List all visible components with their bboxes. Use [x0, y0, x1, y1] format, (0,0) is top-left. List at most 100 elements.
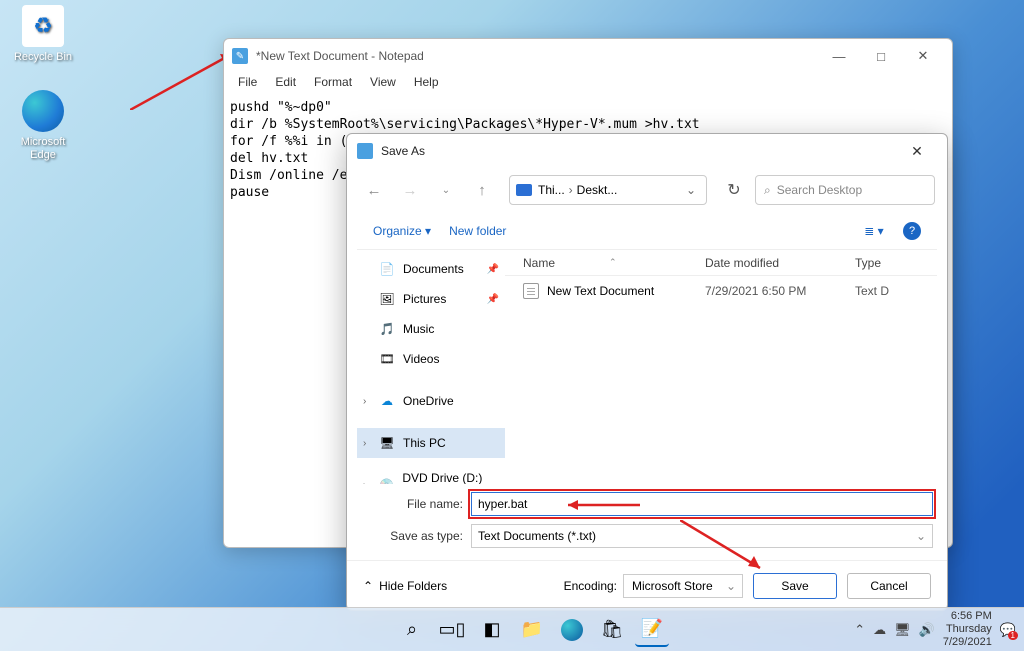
- taskbar-clock[interactable]: 6:56 PM Thursday 7/29/2021: [943, 610, 992, 649]
- sidebar-item-pictures[interactable]: 🖼Pictures📌: [357, 284, 505, 314]
- notepad-titlebar[interactable]: ✎ *New Text Document - Notepad — □ ✕: [224, 39, 952, 73]
- list-header: Name⌃ Date modified Type: [505, 250, 937, 276]
- dialog-icon: [357, 143, 373, 159]
- sidebar-item-thispc[interactable]: ›🖥This PC: [357, 428, 505, 458]
- notepad-title: *New Text Document - Notepad: [256, 49, 818, 63]
- forward-button[interactable]: →: [395, 175, 425, 205]
- expand-icon[interactable]: ›: [363, 480, 366, 485]
- save-button[interactable]: Save: [753, 573, 837, 599]
- file-name: New Text Document: [547, 284, 654, 298]
- maximize-button[interactable]: □: [860, 42, 902, 70]
- sidebar-item-onedrive[interactable]: ›☁OneDrive: [357, 386, 505, 416]
- recent-button[interactable]: ⌄: [431, 175, 461, 205]
- chevron-down-icon[interactable]: ⌄: [682, 183, 700, 197]
- taskbar-center: ⌕ ▭▯ ◧ 📁 🛍 📝: [355, 613, 669, 647]
- volume-tray-icon[interactable]: 🔊: [919, 622, 935, 638]
- menu-file[interactable]: File: [230, 73, 265, 95]
- minimize-button[interactable]: —: [818, 42, 860, 70]
- filename-input[interactable]: [471, 492, 933, 516]
- hide-folders-button[interactable]: ⌃Hide Folders: [363, 579, 447, 593]
- tray-overflow-icon[interactable]: ⌃: [854, 622, 865, 638]
- back-button[interactable]: ←: [359, 175, 389, 205]
- chevron-down-icon: ⌄: [726, 579, 736, 593]
- textfile-icon: [523, 283, 539, 299]
- navigation-pane: 📄Documents📌 🖼Pictures📌 🎵Music 🎞Videos ›☁…: [357, 250, 505, 484]
- clock-date: 7/29/2021: [943, 636, 992, 649]
- onedrive-tray-icon[interactable]: ☁: [873, 622, 886, 638]
- dialog-title: Save As: [381, 144, 897, 158]
- up-button[interactable]: ↑: [467, 175, 497, 205]
- dialog-close-button[interactable]: ✕: [897, 137, 937, 165]
- notepad-icon: ✎: [232, 48, 248, 64]
- edge-taskbar-button[interactable]: [555, 613, 589, 647]
- store-button[interactable]: 🛍: [595, 613, 629, 647]
- filename-label: File name:: [361, 497, 471, 511]
- save-as-dialog: Save As ✕ ← → ⌄ ↑ Thi... › Deskt... ⌄ ↻ …: [346, 133, 948, 611]
- edge-shortcut[interactable]: Microsoft Edge: [8, 90, 78, 162]
- encoding-label: Encoding:: [564, 579, 617, 593]
- edge-label: Microsoft Edge: [8, 136, 78, 162]
- edge-icon: [22, 90, 64, 132]
- dvd-icon: 💿: [379, 477, 394, 484]
- col-date[interactable]: Date modified: [705, 256, 855, 270]
- refresh-button[interactable]: ↻: [719, 175, 749, 205]
- clock-day: Thursday: [943, 623, 992, 636]
- notifications-tray-icon[interactable]: 💬1: [1000, 622, 1016, 638]
- chevron-up-icon: ⌃: [363, 579, 373, 593]
- col-name[interactable]: Name⌃: [505, 256, 705, 270]
- taskview-button[interactable]: ▭▯: [435, 613, 469, 647]
- sidebar-item-videos[interactable]: 🎞Videos: [357, 344, 505, 374]
- search-placeholder: Search Desktop: [777, 183, 862, 197]
- start-button[interactable]: [355, 613, 389, 647]
- save-fields: File name: Save as type: Text Documents …: [347, 484, 947, 560]
- expand-icon[interactable]: ›: [363, 396, 366, 407]
- organize-menu[interactable]: Organize ▾: [373, 224, 431, 238]
- dialog-footer: ⌃Hide Folders Encoding: Microsoft Store⌄…: [347, 560, 947, 610]
- cancel-button[interactable]: Cancel: [847, 573, 931, 599]
- col-type[interactable]: Type: [855, 256, 915, 270]
- network-tray-icon[interactable]: 🖥: [894, 622, 911, 638]
- saveastype-combo[interactable]: Text Documents (*.txt)⌄: [471, 524, 933, 548]
- breadcrumb-desktop[interactable]: Deskt...: [577, 183, 618, 197]
- search-input[interactable]: ⌕ Search Desktop: [755, 175, 935, 205]
- nav-bar: ← → ⌄ ↑ Thi... › Deskt... ⌄ ↻ ⌕ Search D…: [347, 168, 947, 212]
- save-as-titlebar[interactable]: Save As ✕: [347, 134, 947, 168]
- new-folder-button[interactable]: New folder: [449, 224, 506, 238]
- search-icon: ⌕: [764, 183, 771, 198]
- system-tray: ⌃ ☁ 🖥 🔊 6:56 PM Thursday 7/29/2021 💬1: [854, 610, 1016, 649]
- recycle-bin-shortcut[interactable]: ♻ Recycle Bin: [8, 5, 78, 64]
- menu-help[interactable]: Help: [406, 73, 447, 95]
- menu-format[interactable]: Format: [306, 73, 360, 95]
- close-button[interactable]: ✕: [902, 42, 944, 70]
- pictures-icon: 🖼: [379, 291, 395, 307]
- recycle-bin-label: Recycle Bin: [8, 51, 78, 64]
- file-list: Name⌃ Date modified Type New Text Docume…: [505, 250, 937, 484]
- taskbar: ⌕ ▭▯ ◧ 📁 🛍 📝 ⌃ ☁ 🖥 🔊 6:56 PM Thursday 7/…: [0, 607, 1024, 651]
- file-date: 7/29/2021 6:50 PM: [705, 284, 855, 298]
- sidebar-item-dvd[interactable]: ›💿DVD Drive (D:) CC: [357, 470, 505, 484]
- search-button[interactable]: ⌕: [395, 613, 429, 647]
- dialog-toolbar: Organize ▾ New folder ≣ ▾ ?: [357, 212, 937, 250]
- sidebar-item-music[interactable]: 🎵Music: [357, 314, 505, 344]
- recycle-bin-icon: ♻: [22, 5, 64, 47]
- file-type: Text D: [855, 284, 915, 298]
- saveastype-label: Save as type:: [361, 529, 471, 543]
- thispc-icon: [516, 184, 532, 196]
- view-options-button[interactable]: ≣ ▾: [863, 221, 885, 241]
- explorer-button[interactable]: 📁: [515, 613, 549, 647]
- notepad-menu: File Edit Format View Help: [224, 73, 952, 95]
- address-bar[interactable]: Thi... › Deskt... ⌄: [509, 175, 707, 205]
- widgets-button[interactable]: ◧: [475, 613, 509, 647]
- encoding-combo[interactable]: Microsoft Store⌄: [623, 574, 743, 598]
- clock-time: 6:56 PM: [943, 610, 992, 623]
- chevron-right-icon: ›: [565, 183, 577, 197]
- notepad-taskbar-button[interactable]: 📝: [635, 613, 669, 647]
- pin-icon: 📌: [487, 264, 499, 275]
- menu-edit[interactable]: Edit: [267, 73, 304, 95]
- help-button[interactable]: ?: [903, 222, 921, 240]
- sidebar-item-documents[interactable]: 📄Documents📌: [357, 254, 505, 284]
- breadcrumb-thispc[interactable]: Thi...: [538, 183, 565, 197]
- expand-icon[interactable]: ›: [363, 438, 366, 449]
- menu-view[interactable]: View: [362, 73, 404, 95]
- list-item[interactable]: New Text Document 7/29/2021 6:50 PM Text…: [505, 276, 937, 306]
